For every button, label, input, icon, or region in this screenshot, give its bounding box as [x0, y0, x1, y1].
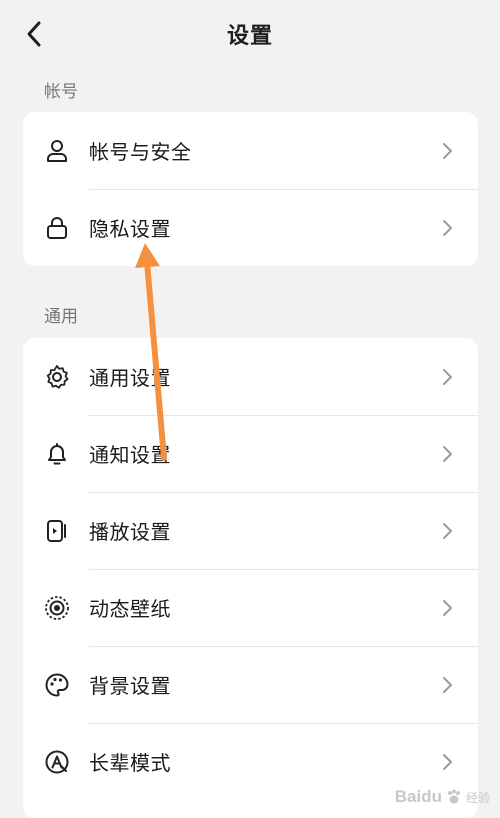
live-wallpaper-icon — [45, 596, 69, 620]
settings-item-notification[interactable]: 通知设置 — [23, 415, 478, 492]
settings-item-label: 通用设置 — [89, 366, 171, 390]
user-icon — [47, 140, 67, 162]
elder-mode-icon — [45, 750, 69, 774]
chevron-right-icon — [443, 677, 452, 693]
settings-item-playback[interactable]: 播放设置 — [23, 492, 478, 569]
lock-icon — [47, 217, 67, 239]
chevron-right-icon — [443, 523, 452, 539]
chevron-right-icon — [443, 446, 452, 462]
play-device-icon — [47, 520, 66, 542]
bell-icon — [48, 443, 66, 465]
chevron-right-icon — [443, 143, 452, 159]
settings-item-live-wallpaper[interactable]: 动态壁纸 — [23, 569, 478, 646]
settings-item-label: 播放设置 — [89, 520, 171, 544]
section-label-account: 帐号 — [44, 82, 78, 102]
gear-icon — [46, 365, 69, 389]
watermark-subtext: 经验 — [465, 790, 490, 805]
account-card: 帐号与安全 隐私设置 — [23, 112, 478, 266]
paw-icon — [447, 789, 460, 804]
chevron-right-icon — [443, 220, 452, 236]
settings-item-label: 帐号与安全 — [89, 140, 192, 164]
baidu-watermark: Baidu 经验 — [395, 787, 490, 807]
chevron-right-icon — [443, 369, 452, 385]
settings-item-general[interactable]: 通用设置 — [23, 338, 478, 415]
palette-icon — [45, 673, 69, 697]
settings-item-background[interactable]: 背景设置 — [23, 646, 478, 723]
chevron-right-icon — [443, 754, 452, 770]
header: 设置 — [0, 0, 500, 66]
settings-item-label: 通知设置 — [89, 443, 171, 467]
settings-item-label: 隐私设置 — [89, 217, 171, 241]
settings-item-label: 背景设置 — [89, 674, 171, 698]
settings-item-label: 长辈模式 — [89, 751, 171, 775]
watermark-text: Baidu — [394, 787, 442, 806]
chevron-right-icon — [443, 600, 452, 616]
page-title: 设置 — [226, 24, 273, 49]
settings-item-label: 动态壁纸 — [89, 597, 171, 621]
settings-item-account-security[interactable]: 帐号与安全 — [23, 112, 478, 189]
settings-item-privacy[interactable]: 隐私设置 — [23, 189, 478, 266]
section-label-general: 通用 — [44, 307, 78, 327]
general-card: 通用设置 通知设置 播放设置 动态壁纸 背景设置 长辈模式 — [23, 338, 478, 818]
